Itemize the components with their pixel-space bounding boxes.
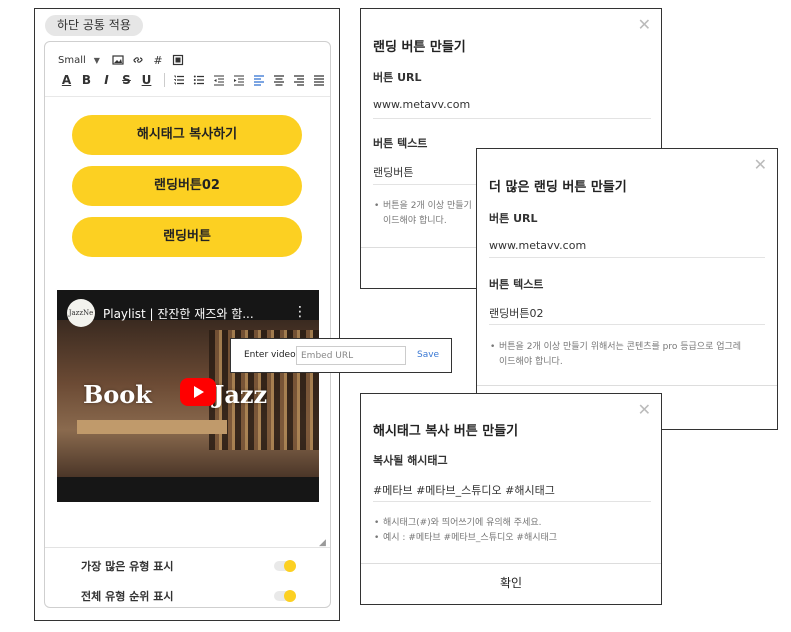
video-title[interactable]: Playlist | 잔잔한 재즈와 함...: [103, 305, 283, 322]
toggle-row-total-rank: 전체 유형 순위 표시: [45, 583, 330, 607]
input-underline: [489, 324, 765, 325]
notice-text-2: 예시 : #메타브 #메타브_스튜디오 #해시태그: [374, 531, 557, 546]
link-icon[interactable]: [130, 52, 146, 68]
notice-text: 버튼을 2개 이상 만들기 위해서는 콘텐츠를 pro 등급으로 업그레 이드해…: [490, 340, 742, 370]
play-icon[interactable]: [180, 378, 216, 406]
close-icon[interactable]: ✕: [754, 155, 767, 174]
indent-icon[interactable]: [231, 72, 247, 88]
toolbar-row-2: A B I S U: [58, 68, 330, 92]
chevron-down-icon[interactable]: ▼: [94, 56, 100, 65]
section-label: 하단 공통 적용: [45, 15, 143, 36]
hashtag-icon[interactable]: #: [150, 52, 166, 68]
video-icon[interactable]: [170, 52, 186, 68]
thumbnail-text-right: Jazz: [213, 380, 268, 409]
content-editor-panel: 하단 공통 적용 Small ▼ # A B I S U 해시태그 복사하기 랜…: [34, 8, 340, 621]
align-left-icon[interactable]: [251, 72, 267, 88]
url-input[interactable]: www.metavv.com: [373, 98, 470, 111]
resize-handle-icon[interactable]: ◢: [319, 539, 327, 548]
table-image: [77, 420, 227, 434]
input-underline: [373, 501, 651, 502]
text-input[interactable]: 랜딩버튼02: [489, 305, 543, 321]
outdent-icon[interactable]: [211, 72, 227, 88]
url-label: 버튼 URL: [489, 212, 538, 225]
image-icon[interactable]: [110, 52, 126, 68]
rich-text-editor[interactable]: Small ▼ # A B I S U 해시태그 복사하기 랜딩버튼02 랜딩버…: [44, 41, 331, 608]
modal-footer-divider: [477, 385, 777, 386]
total-rank-toggle[interactable]: [274, 590, 296, 602]
align-center-icon[interactable]: [271, 72, 287, 88]
align-justify-icon[interactable]: [311, 72, 327, 88]
font-size-select[interactable]: Small: [58, 55, 86, 66]
modal-title: 더 많은 랜딩 버튼 만들기: [489, 180, 627, 195]
strikethrough-button[interactable]: S: [118, 73, 135, 87]
hashtag-label: 복사될 해시태그: [373, 454, 448, 467]
editor-divider: [45, 547, 330, 548]
landing-button-02[interactable]: 랜딩버튼02: [72, 166, 302, 206]
confirm-button[interactable]: 확인: [361, 562, 661, 604]
more-options-icon[interactable]: ⋮: [293, 304, 307, 320]
bold-button[interactable]: B: [78, 73, 95, 87]
toolbar-divider: [45, 96, 330, 97]
hashtag-copy-button[interactable]: 해시태그 복사하기: [72, 115, 302, 155]
url-input[interactable]: www.metavv.com: [489, 239, 586, 252]
close-icon[interactable]: ✕: [638, 400, 651, 419]
channel-logo[interactable]: JazzNe: [67, 299, 95, 327]
embedded-video[interactable]: JazzNe Playlist | 잔잔한 재즈와 함... ⋮ Book Ja…: [57, 290, 319, 502]
toggle-label: 가장 많은 유형 표시: [81, 560, 174, 573]
modal-title: 해시태그 복사 버튼 만들기: [373, 424, 519, 439]
toolbar-divider: [164, 73, 165, 87]
underline-button[interactable]: U: [138, 73, 155, 87]
notice-text: 버튼을 2개 이상 만들기 이드해야 합니다.: [374, 199, 472, 229]
input-underline: [373, 118, 651, 119]
embed-video-popup: Enter video: Save: [230, 338, 452, 373]
bullet-list-icon[interactable]: [191, 72, 207, 88]
align-right-icon[interactable]: [291, 72, 307, 88]
most-type-toggle[interactable]: [274, 560, 296, 572]
toggle-row-most-type: 가장 많은 유형 표시: [45, 553, 330, 579]
save-button[interactable]: Save: [417, 350, 439, 360]
text-color-button[interactable]: A: [58, 73, 75, 87]
url-label: 버튼 URL: [373, 71, 422, 84]
more-landing-button-modal: ✕ 더 많은 랜딩 버튼 만들기 버튼 URL www.metavv.com 버…: [476, 148, 778, 430]
notice-text-1: 해시태그(#)와 띄어쓰기에 유의해 주세요.: [374, 516, 541, 531]
hashtag-input[interactable]: #메타브 #메타브_스튜디오 #해시태그: [373, 482, 555, 498]
italic-button[interactable]: I: [98, 73, 115, 87]
notice-line-2: 이드해야 합니다.: [499, 357, 563, 367]
ordered-list-icon[interactable]: [171, 72, 187, 88]
input-underline: [489, 257, 765, 258]
notice-line-1: 버튼을 2개 이상 만들기: [383, 201, 472, 211]
modal-title: 랜딩 버튼 만들기: [373, 40, 466, 55]
hashtag-copy-modal: ✕ 해시태그 복사 버튼 만들기 복사될 해시태그 #메타브 #메타브_스튜디오…: [360, 393, 662, 605]
embed-label: Enter video:: [244, 350, 299, 360]
text-label: 버튼 텍스트: [373, 137, 428, 150]
notice-line-2: 이드해야 합니다.: [383, 216, 447, 226]
thumbnail-text-left: Book: [83, 380, 152, 409]
text-input[interactable]: 랜딩버튼: [373, 164, 413, 180]
text-label: 버튼 텍스트: [489, 278, 544, 291]
landing-button[interactable]: 랜딩버튼: [72, 217, 302, 257]
embed-url-input[interactable]: [296, 346, 406, 365]
close-icon[interactable]: ✕: [638, 15, 651, 34]
notice-line-1: 버튼을 2개 이상 만들기 위해서는 콘텐츠를 pro 등급으로 업그레: [499, 342, 742, 352]
toggle-label: 전체 유형 순위 표시: [81, 590, 174, 603]
